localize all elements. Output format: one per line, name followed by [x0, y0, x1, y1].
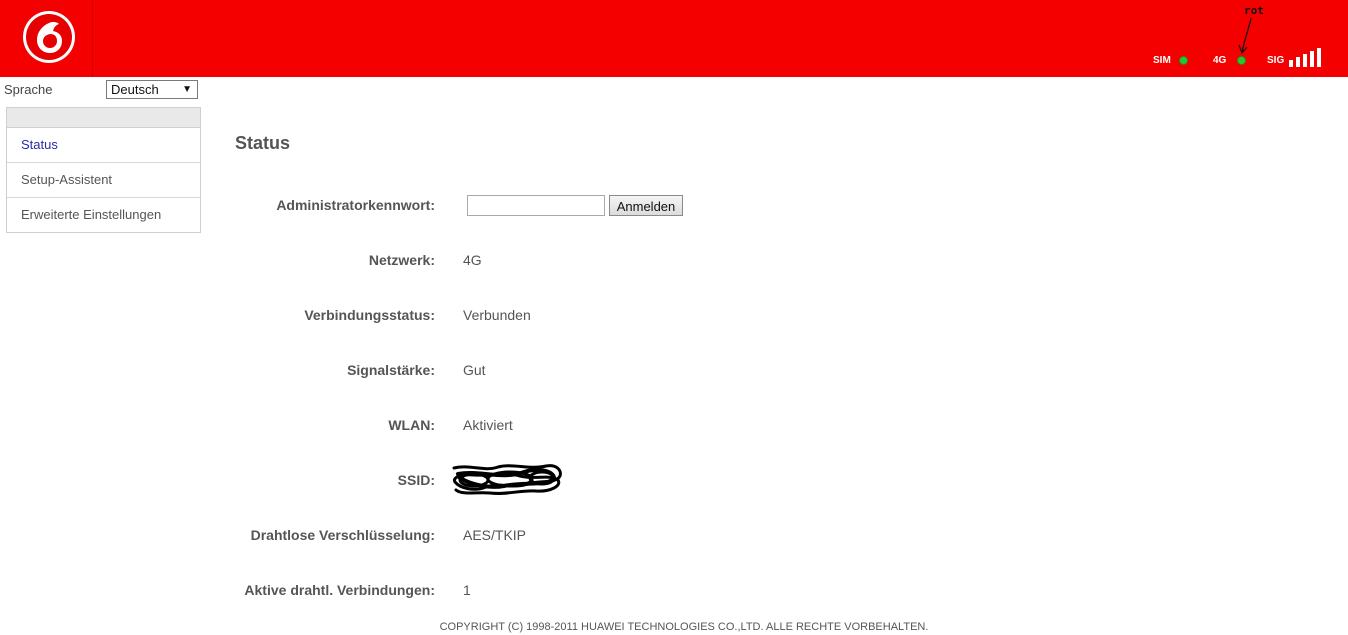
signal-strength-label: Signalstärke: — [347, 362, 435, 378]
signal-strength-icon — [1289, 48, 1323, 67]
ssid-label: SSID: — [397, 472, 435, 488]
login-button[interactable]: Anmelden — [609, 195, 683, 216]
annotation-arrow-icon — [1238, 17, 1252, 55]
sim-status-icon — [1179, 56, 1188, 65]
active-wireless-connections-value: 1 — [463, 582, 471, 598]
network-label: Netzwerk: — [368, 252, 435, 268]
sim-indicator-label: SIM — [1153, 55, 1171, 66]
4g-indicator-label: 4G — [1213, 55, 1227, 66]
network-value: 4G — [463, 252, 482, 268]
signal-bar — [1289, 60, 1293, 67]
wireless-encryption-value: AES/TKIP — [463, 527, 527, 543]
4g-status-icon — [1237, 56, 1246, 65]
page-title: Status — [235, 133, 291, 153]
wireless-encryption-label: Drahtlose Verschlüsselung: — [250, 527, 435, 543]
vodafone-logo-icon — [23, 11, 75, 63]
connection-status-label: Verbindungsstatus: — [304, 307, 435, 323]
admin-password-input[interactable] — [467, 195, 605, 216]
signal-indicator-label: SIG — [1267, 55, 1285, 66]
signal-bar — [1303, 54, 1307, 67]
footer-copyright: COPYRIGHT (C) 1998-2011 HUAWEI TECHNOLOG… — [439, 621, 929, 633]
sidebar-nav: Status Setup-Assistent Erweiterte Einste… — [6, 107, 201, 233]
sidebar-header — [7, 108, 200, 128]
dropdown-arrow-icon: ▼ — [182, 84, 192, 95]
sidebar-item-setup-assistant[interactable]: Setup-Assistent — [7, 163, 200, 198]
sidebar-item-advanced-settings[interactable]: Erweiterte Einstellungen — [7, 198, 200, 232]
vodafone-logo — [0, 0, 93, 77]
active-wireless-connections-label: Aktive drahtl. Verbindungen: — [244, 582, 435, 598]
signal-bar — [1310, 51, 1314, 67]
top-header: rot SIM 4G SIG — [0, 0, 1348, 77]
redaction-scribble-icon — [452, 464, 562, 495]
wlan-label: WLAN: — [388, 417, 435, 433]
language-selected-value: Deutsch — [111, 82, 159, 97]
connection-status-value: Verbunden — [463, 307, 531, 323]
signal-bar — [1296, 57, 1300, 67]
sidebar-item-status[interactable]: Status — [7, 128, 200, 163]
signal-strength-value: Gut — [463, 362, 486, 378]
wlan-value: Aktiviert — [463, 417, 513, 433]
language-select[interactable]: Deutsch ▼ — [106, 80, 198, 99]
signal-bar — [1317, 48, 1321, 67]
language-label: Sprache — [4, 82, 53, 97]
admin-password-label: Administratorkennwort: — [276, 197, 435, 213]
